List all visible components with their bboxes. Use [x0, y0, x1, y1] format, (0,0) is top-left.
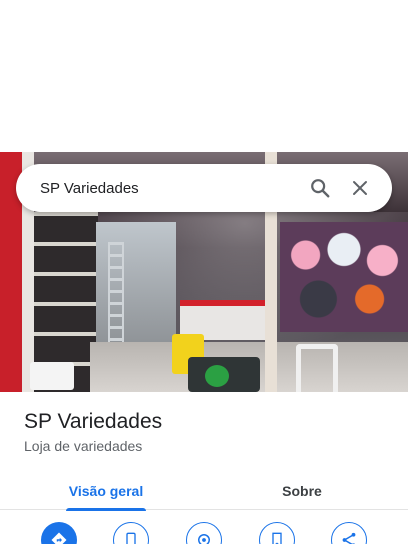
photo-green-ball [205, 365, 229, 387]
save-button[interactable] [259, 522, 295, 544]
place-category: Loja de variedades [24, 438, 143, 454]
photo-stool [296, 344, 338, 392]
share-icon [342, 532, 356, 544]
action-row [0, 522, 408, 544]
directions-icon [51, 532, 67, 544]
search-input[interactable]: SP Variedades [40, 180, 300, 197]
location-icon [198, 534, 210, 544]
place-title: SP Variedades [24, 410, 163, 433]
tab-about[interactable]: Sobre [227, 472, 377, 510]
save-icon [272, 532, 282, 544]
photo-ladder [108, 242, 124, 342]
phone-button[interactable] [113, 522, 149, 544]
place-details-sheet: SP Variedades Loja de variedades Visão g… [0, 392, 408, 544]
location-button[interactable] [186, 522, 222, 544]
tab-overview[interactable]: Visão geral [31, 472, 181, 511]
photo-white-basket [30, 362, 74, 390]
phone-icon [126, 532, 136, 544]
directions-button[interactable] [41, 522, 77, 544]
tab-bar: Visão geral Sobre [0, 472, 408, 511]
maps-place-view: SP Variedades SP Variedades Loja de vari… [0, 0, 408, 544]
search-bar[interactable]: SP Variedades [16, 164, 392, 212]
share-button[interactable] [331, 522, 367, 544]
photo-bags [280, 222, 408, 332]
close-icon[interactable] [340, 168, 380, 208]
search-icon[interactable] [300, 168, 340, 208]
